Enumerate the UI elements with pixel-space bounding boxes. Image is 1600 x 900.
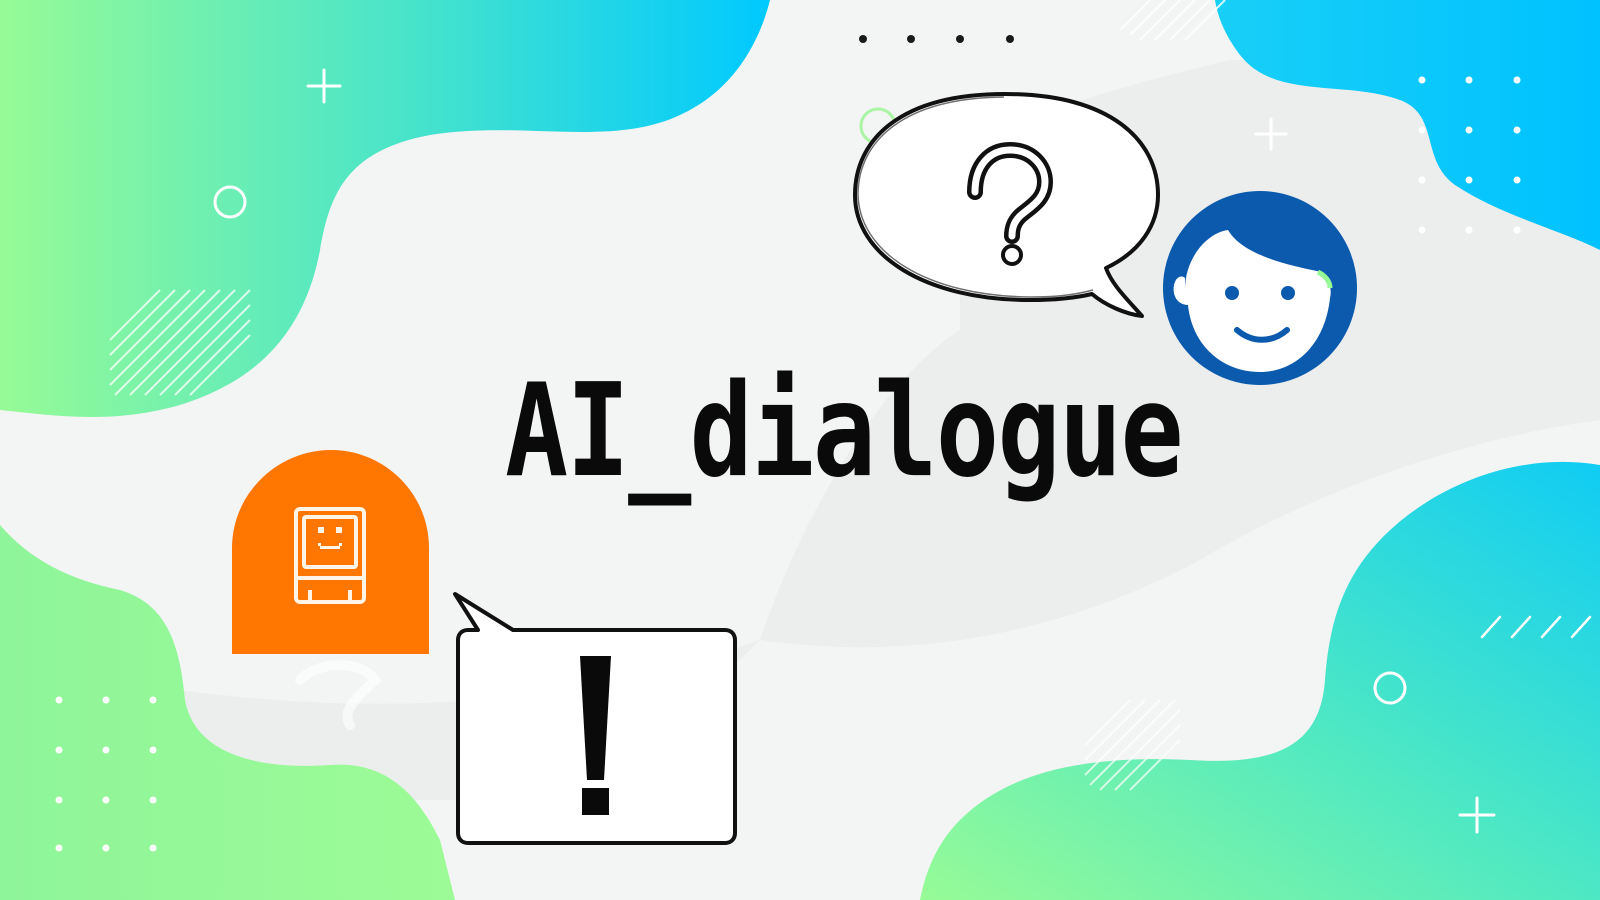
banner: AI_dialogue <box>0 0 1600 900</box>
exclamation-mark-icon <box>580 656 611 815</box>
page-title: AI_dialogue <box>505 357 1184 506</box>
